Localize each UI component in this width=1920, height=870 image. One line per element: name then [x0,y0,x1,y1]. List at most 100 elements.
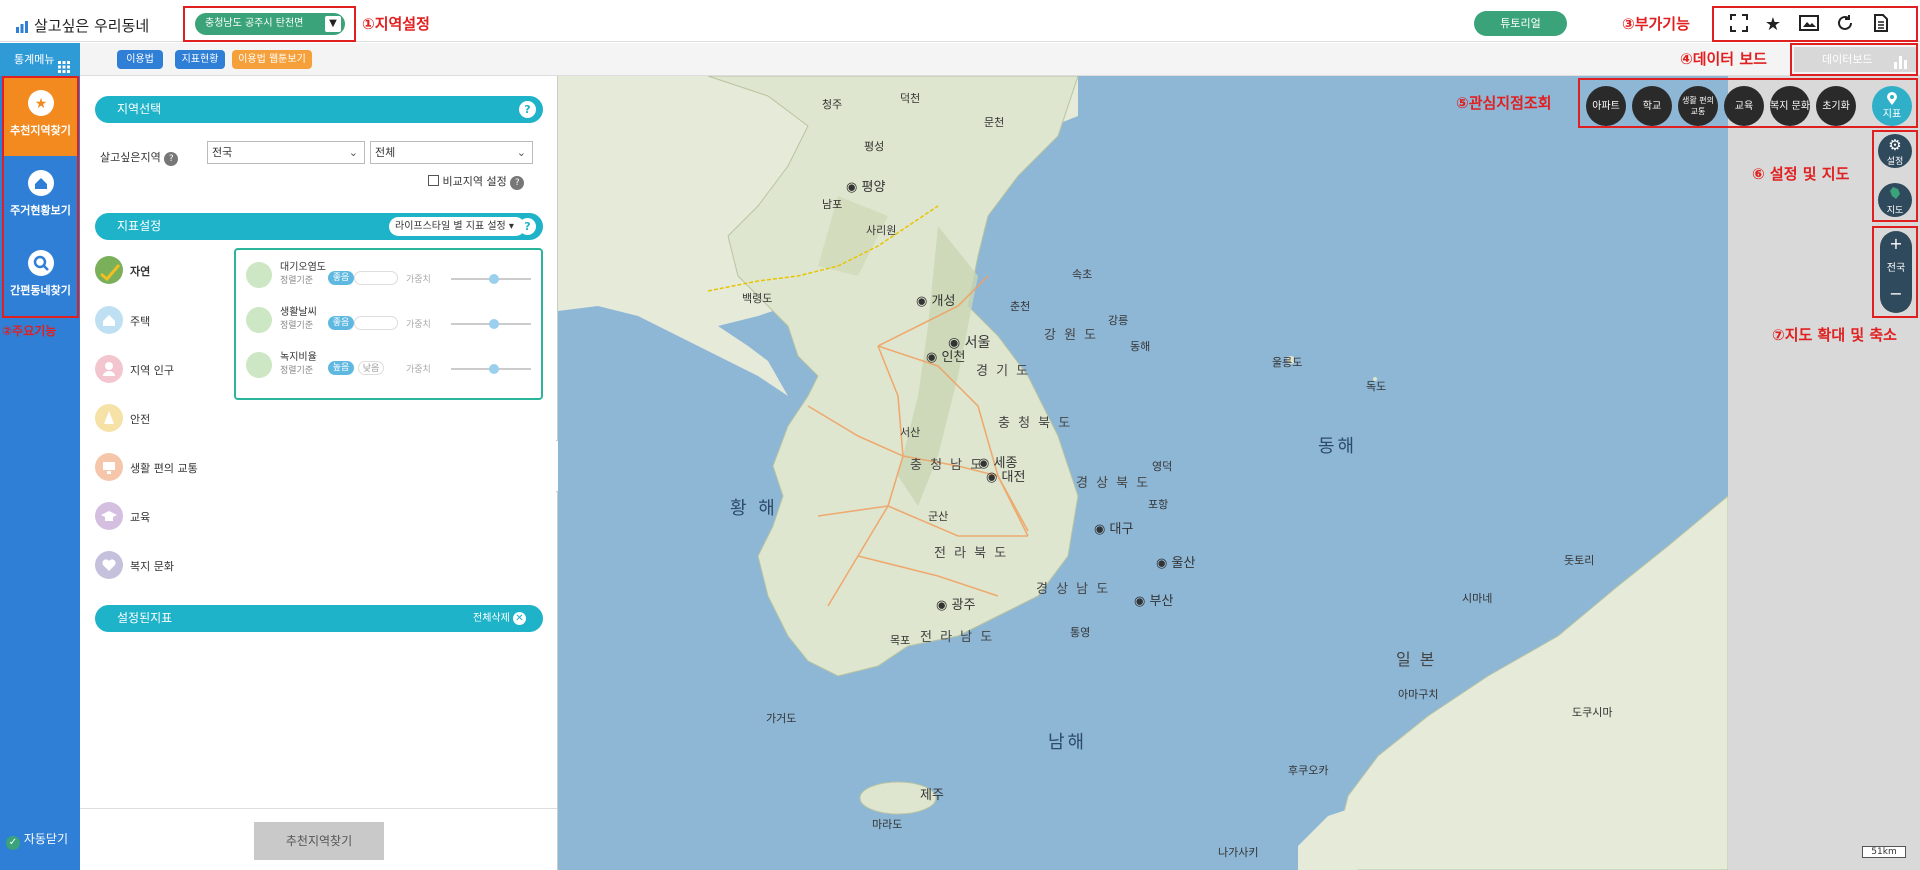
map-place: 독도 [1366,380,1387,393]
indicator-label: 지역 인구 [130,364,174,377]
region-selector[interactable]: 충청남도 공주시 탄천면 ▼ [195,13,345,35]
zoom-national-button[interactable]: 전국 [1880,255,1912,283]
sort-good-pill[interactable]: 좋음 [328,271,354,285]
app-title[interactable]: 살고싶은 우리동네 [16,15,149,37]
help-icon[interactable]: ? [519,101,536,118]
stat-menu-button[interactable]: 통계메뉴 [0,43,80,76]
map-city-text: 개성 [931,294,956,309]
databoard-button[interactable]: 데이터보드 [1794,47,1916,72]
map-place: 덕천 [900,92,921,105]
map-label-gangwon: 강 원 도 [1044,328,1099,343]
refresh-icon[interactable] [1834,14,1856,36]
clear-all-button[interactable]: 전체삭제 ✕ [473,605,526,632]
chevron-down-icon: ⌄ [516,146,526,159]
nav-housing-status[interactable]: 주거현황보기 [4,158,77,236]
recommend-area-button[interactable]: 추천지역찾기 [254,822,384,860]
compare-checkbox[interactable] [428,175,439,186]
map-label-yellow-sea: 황 해 [730,498,778,519]
sort-empty-pill[interactable] [354,316,398,330]
map-city-text: 인천 [941,350,966,365]
poi-reset-button[interactable]: 초기화 [1816,86,1856,126]
poi-education-button[interactable]: 교육 [1724,86,1764,126]
map-label-east-sea: 동해 [1318,436,1358,457]
nav-label: 추천지역찾기 [10,124,71,137]
map-label: 지도 [1886,206,1904,216]
people-icon [95,355,123,383]
fullscreen-icon[interactable] [1728,14,1750,36]
zoom-in-button[interactable]: + [1880,231,1912,255]
map-city-text: 광주 [951,598,976,613]
nav-easy-search[interactable]: 간편동네찾기 [4,238,77,316]
lifestyle-dropdown-label: 라이프스타일 별 지표 설정 [395,221,506,232]
poi-school-button[interactable]: 학교 [1632,86,1672,126]
map-city-daejeon: ◉ 대전 [986,470,1026,485]
map-place: 목포 [890,634,911,647]
region-select-sigungu[interactable]: 전체 ⌄ [370,141,533,164]
slider-handle[interactable] [489,274,499,284]
indicator-section-title: 지표설정 [117,219,162,233]
autoclose-label: 자동닫기 [23,832,68,846]
document-icon[interactable] [1870,14,1892,36]
sort-empty-pill[interactable] [354,271,398,285]
nav-label: 간편동네찾기 [10,284,71,297]
tutorial-button[interactable]: 튜토리얼 [1474,11,1567,36]
chip-usage[interactable]: 이용법 [117,50,163,69]
map-place: 평성 [864,140,885,153]
weather-icon [246,307,272,333]
slider-handle[interactable] [489,319,499,329]
bar-chart-icon [1894,53,1908,78]
databoard-label: 데이터보드 [1822,53,1873,66]
map-place: 사리원 [866,224,897,237]
map-city-text: 서울 [964,335,991,351]
map-city-text: 대전 [1001,470,1026,485]
dropdown-arrow-icon[interactable]: ▼ [325,16,341,32]
chip-webtoon[interactable]: 이용법 웹툰보기 [232,50,312,69]
chip-indicator-status[interactable]: 지표현황 [175,50,225,69]
location-pin-icon [1886,92,1898,109]
poi-welfare-button[interactable]: 복지 문화 [1770,86,1810,126]
map-type-button[interactable]: 지도 [1878,183,1912,217]
poi-apartment-button[interactable]: 아파트 [1586,86,1626,126]
map-city-jeju: 제주 [920,788,944,803]
slider-handle[interactable] [489,364,499,374]
sort-low-pill[interactable]: 낮음 [358,361,384,375]
map-city-text: 부산 [1149,594,1174,609]
region-section-header: 지역선택 ? [95,96,543,123]
region-select-sido-value: 전국 [212,146,233,159]
help-icon[interactable]: ? [510,176,525,190]
detail-air-pollution: 대기오염도 정렬기준 좋음 가중치 [246,258,536,298]
settings-button[interactable]: ⚙ 설정 [1878,134,1912,168]
autoclose-toggle[interactable]: ✓ 자동닫기 [6,830,68,850]
detail-title: 대기오염도 [280,262,326,273]
weight-slider[interactable] [451,319,531,329]
search-icon [27,250,54,276]
region-setting-highlight: 충청남도 공주시 탄천면 ▼ [183,6,356,42]
help-icon[interactable]: ? [164,152,179,166]
compare-region-option[interactable]: 비교지역 설정 ? [428,173,525,190]
zoom-out-button[interactable]: − [1880,283,1912,305]
weight-slider[interactable] [451,274,531,284]
map-place: 서산 [900,426,921,439]
lifestyle-dropdown[interactable]: 라이프스타일 별 지표 설정 ▾ [389,217,525,236]
databoard-highlight: 데이터보드 [1790,43,1918,76]
map-view[interactable]: 황 해 동해 남해 강 원 도 경 기 도 충 청 북 도 충 청 남 도 경 … [558,76,1728,870]
map-scale-bar: 51km [1862,846,1906,858]
top-bar: 살고싶은 우리동네 충청남도 공주시 탄천면 ▼ ①지역설정 튜토리얼 ③부가기… [0,6,1920,42]
annotation-zoom: ⑦지도 확대 및 축소 [1772,326,1897,344]
poi-convenience-button[interactable]: 생활 편의 교통 [1678,86,1718,126]
map-label-chungnam: 충 청 남 도 [910,458,985,473]
weight-slider[interactable] [451,364,531,374]
star-icon[interactable]: ★ [1762,14,1784,36]
sort-high-pill[interactable]: 높음 [328,361,354,375]
poi-indicator-button[interactable]: 지표 [1872,86,1912,126]
annotation-tools: ③부가기능 [1622,15,1690,33]
image-icon[interactable] [1798,14,1820,36]
indicator-label: 복지 문화 [130,560,174,573]
help-icon[interactable]: ? [519,218,536,235]
map-place: 나가사키 [1218,846,1259,859]
annotation-poi: ⑤관심지점조회 [1456,94,1552,112]
region-select-sido[interactable]: 전국 ⌄ [207,141,365,164]
detail-title: 생활날씨 [280,307,317,318]
sort-good-pill[interactable]: 좋음 [328,316,354,330]
nav-recommend-area[interactable]: ★ 추천지역찾기 [4,78,77,156]
